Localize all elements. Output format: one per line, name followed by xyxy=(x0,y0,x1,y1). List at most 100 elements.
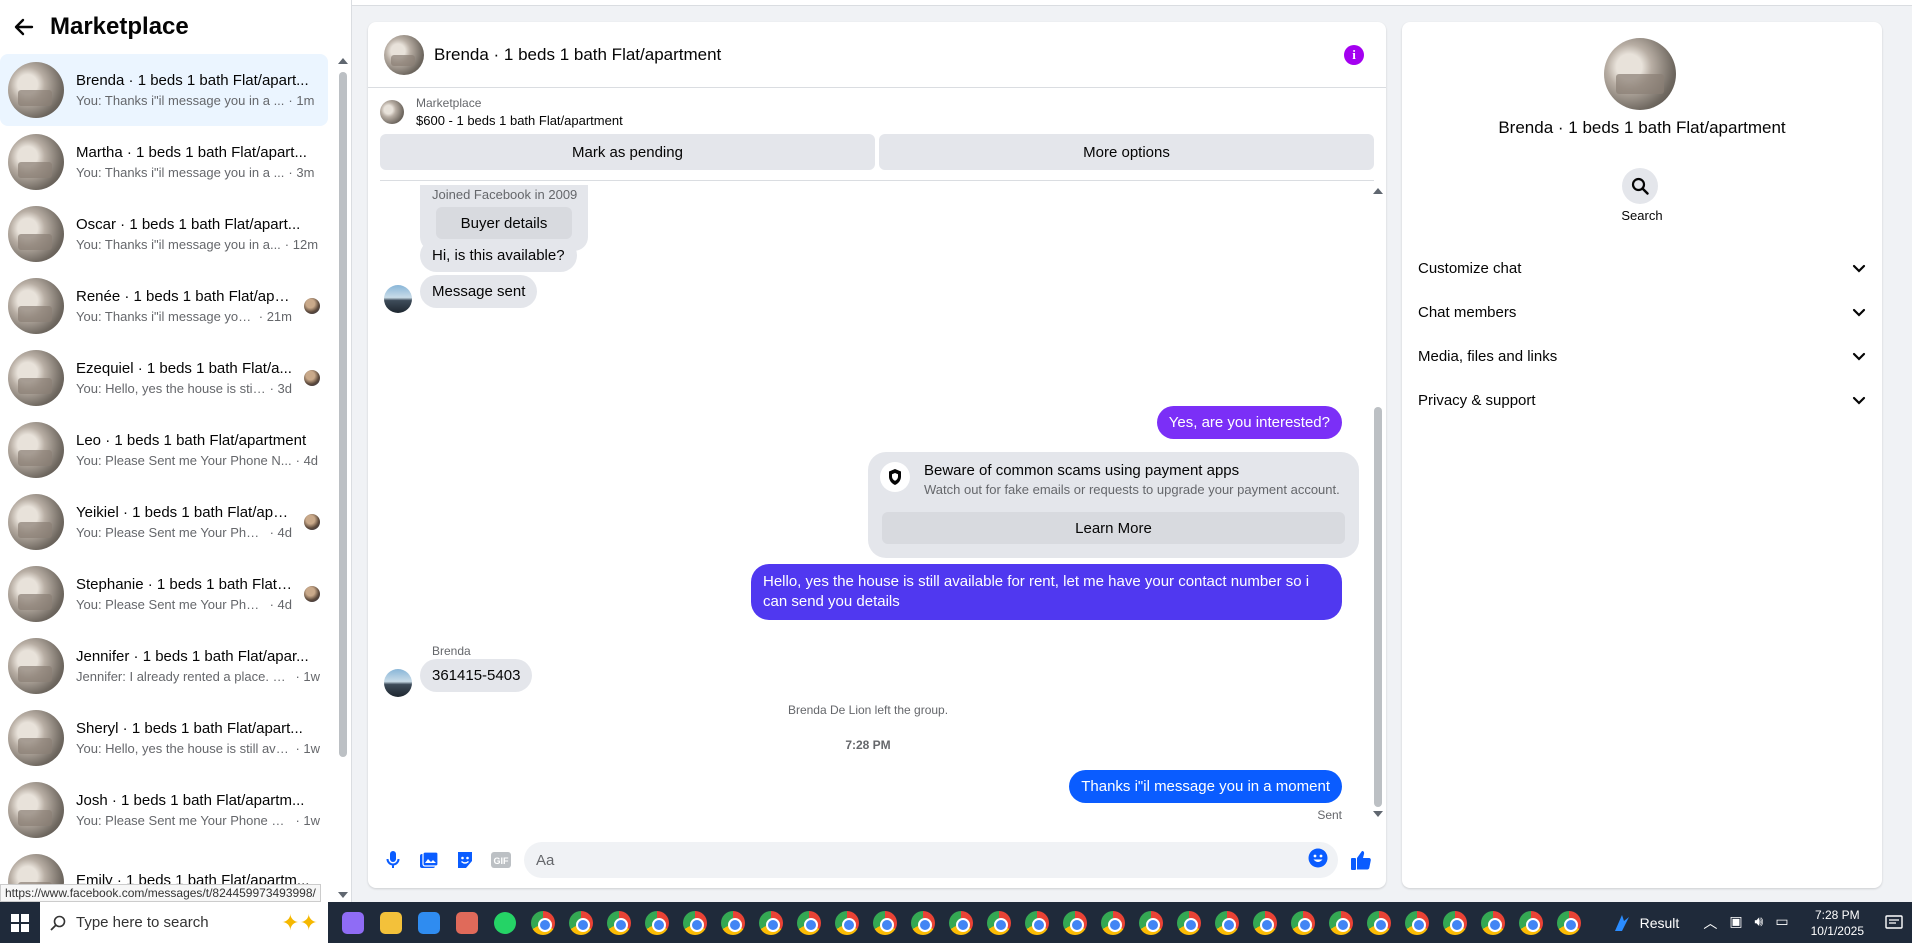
conversation-item[interactable]: Josh · 1 beds 1 bath Flat/apartm... You: … xyxy=(0,774,328,846)
chrome-icon[interactable] xyxy=(566,908,596,938)
info-section-2[interactable]: Media, files and links xyxy=(1418,336,1866,376)
search-icon[interactable] xyxy=(1622,168,1658,204)
conversation-item[interactable]: Ezequiel · 1 beds 1 bath Flat/a... You: H… xyxy=(0,342,328,414)
conversation-avatar xyxy=(8,710,64,766)
network-icon[interactable]: ▭ xyxy=(1775,913,1788,933)
info-section-0[interactable]: Customize chat xyxy=(1418,248,1866,288)
scroll-thumb[interactable] xyxy=(1374,407,1382,807)
conversation-item[interactable]: Stephanie · 1 beds 1 bath Flat/... You: P… xyxy=(0,558,328,630)
outgoing-message: Hello, yes the house is still available … xyxy=(751,564,1342,620)
incoming-message: 361415-5403 xyxy=(420,659,533,692)
copilot-icon[interactable] xyxy=(338,908,368,938)
chrome-icon[interactable] xyxy=(1212,908,1242,938)
chat-scrollbar[interactable] xyxy=(1370,185,1386,825)
chrome-icon[interactable] xyxy=(1516,908,1546,938)
conversation-item[interactable]: Martha · 1 beds 1 bath Flat/apart... You:… xyxy=(0,126,328,198)
chrome-icon[interactable] xyxy=(1174,908,1204,938)
chrome-icon[interactable] xyxy=(832,908,862,938)
chat-title[interactable]: Brenda · 1 beds 1 bath Flat/apartment xyxy=(434,45,1334,65)
chevron-down-icon xyxy=(1852,308,1866,317)
sender-avatar[interactable] xyxy=(384,285,412,313)
chrome-icon[interactable] xyxy=(984,908,1014,938)
info-icon[interactable]: i xyxy=(1344,44,1364,65)
time-divider: 7:28 PM xyxy=(845,738,891,752)
scroll-up-icon[interactable] xyxy=(338,58,348,64)
sidebar-scrollbar[interactable] xyxy=(335,54,351,902)
scroll-up-icon[interactable] xyxy=(1373,188,1383,194)
chrome-icon[interactable] xyxy=(1554,908,1584,938)
chrome-icon[interactable] xyxy=(680,908,710,938)
store-icon[interactable] xyxy=(414,908,444,938)
info-section-1[interactable]: Chat members xyxy=(1418,292,1866,332)
chrome-icon[interactable] xyxy=(908,908,938,938)
more-options-button[interactable]: More options xyxy=(879,134,1374,170)
chrome-icon[interactable] xyxy=(1402,908,1432,938)
listing-thumbnail[interactable] xyxy=(380,100,404,124)
chrome-icon[interactable] xyxy=(870,908,900,938)
microphone-icon[interactable] xyxy=(380,847,406,873)
chrome-icon[interactable] xyxy=(1098,908,1128,938)
chrome-icon[interactable] xyxy=(1478,908,1508,938)
speaker-icon[interactable]: 🔊︎ xyxy=(1755,913,1764,933)
chrome-icon[interactable] xyxy=(1136,908,1166,938)
conversation-item[interactable]: Sheryl · 1 beds 1 bath Flat/apart... You:… xyxy=(0,702,328,774)
seen-avatar xyxy=(304,586,320,602)
result-widget[interactable]: Result xyxy=(1598,913,1694,933)
photo-icon[interactable] xyxy=(416,847,442,873)
conversation-snippet-row: You: Hello, yes the house is still ava..… xyxy=(76,741,320,756)
notification-icon[interactable] xyxy=(1876,914,1912,931)
chrome-icon[interactable] xyxy=(1440,908,1470,938)
chrome-icon[interactable] xyxy=(1022,908,1052,938)
info-section-3[interactable]: Privacy & support xyxy=(1418,380,1866,420)
chrome-icon[interactable] xyxy=(718,908,748,938)
info-avatar[interactable] xyxy=(1604,38,1676,110)
back-arrow-icon[interactable] xyxy=(12,15,36,39)
listing-description[interactable]: $600 - 1 beds 1 bath Flat/apartment xyxy=(416,113,623,128)
camera-icon[interactable]: ▣ xyxy=(1729,913,1742,933)
gif-icon[interactable]: GIF xyxy=(488,847,514,873)
search-icon xyxy=(50,915,66,931)
scroll-down-icon[interactable] xyxy=(338,892,348,898)
chrome-icon[interactable] xyxy=(794,908,824,938)
whatsapp-icon[interactable] xyxy=(490,908,520,938)
conversation-item[interactable]: Jennifer · 1 beds 1 bath Flat/apar... Jen… xyxy=(0,630,328,702)
windows-taskbar: Type here to search ✦✦ Result ︿ ▣ 🔊︎ ▭ 7… xyxy=(0,902,1912,943)
chrome-icon[interactable] xyxy=(528,908,558,938)
chrome-icon[interactable] xyxy=(642,908,672,938)
chrome-icon[interactable] xyxy=(946,908,976,938)
learn-more-button[interactable]: Learn More xyxy=(882,512,1345,544)
conversation-item[interactable]: Yeikiel · 1 beds 1 bath Flat/apa... You: … xyxy=(0,486,328,558)
emoji-icon[interactable] xyxy=(1308,848,1328,872)
buyer-details-button[interactable]: Buyer details xyxy=(436,207,572,239)
chrome-icon[interactable] xyxy=(1288,908,1318,938)
conversation-item[interactable]: Renée · 1 beds 1 bath Flat/apa... You: Th… xyxy=(0,270,328,342)
scroll-thumb[interactable] xyxy=(339,72,347,757)
chrome-icon[interactable] xyxy=(1364,908,1394,938)
conversation-snippet: You: Hello, yes the house is still ... xyxy=(76,381,266,396)
mark-pending-button[interactable]: Mark as pending xyxy=(380,134,875,170)
conversation-name: Yeikiel · 1 beds 1 bath Flat/apa... xyxy=(76,504,292,521)
conversation-item[interactable]: Oscar · 1 beds 1 bath Flat/apart... You: … xyxy=(0,198,328,270)
scroll-down-icon[interactable] xyxy=(1373,811,1383,817)
conversation-item[interactable]: Brenda · 1 beds 1 bath Flat/apart... You:… xyxy=(0,54,328,126)
chrome-icon[interactable] xyxy=(1326,908,1356,938)
sidebar: Marketplace Brenda · 1 beds 1 bath Flat/… xyxy=(0,0,352,902)
chrome-icon[interactable] xyxy=(604,908,634,938)
message-input[interactable]: Aa xyxy=(524,842,1338,878)
chrome-icon[interactable] xyxy=(756,908,786,938)
chrome-icon[interactable] xyxy=(1060,908,1090,938)
chat-avatar[interactable] xyxy=(384,34,424,75)
taskbar-search[interactable]: Type here to search ✦✦ xyxy=(40,902,328,943)
paint-icon[interactable] xyxy=(452,908,482,938)
conversation-snippet-row: Jennifer: I already rented a place. B...… xyxy=(76,669,320,684)
chevron-up-icon[interactable]: ︿ xyxy=(1703,913,1717,933)
chrome-icon[interactable] xyxy=(1250,908,1280,938)
file-explorer-icon[interactable] xyxy=(376,908,406,938)
sticker-icon[interactable] xyxy=(452,847,478,873)
windows-start-icon[interactable] xyxy=(0,902,40,943)
sender-avatar[interactable] xyxy=(384,669,412,697)
conversation-text: Jennifer · 1 beds 1 bath Flat/apar... Jen… xyxy=(76,648,320,684)
clock[interactable]: 7:28 PM 10/1/2025 xyxy=(1799,907,1876,939)
conversation-item[interactable]: Leo · 1 beds 1 bath Flat/apartment You: P… xyxy=(0,414,328,486)
thumbs-up-icon[interactable] xyxy=(1348,847,1374,873)
